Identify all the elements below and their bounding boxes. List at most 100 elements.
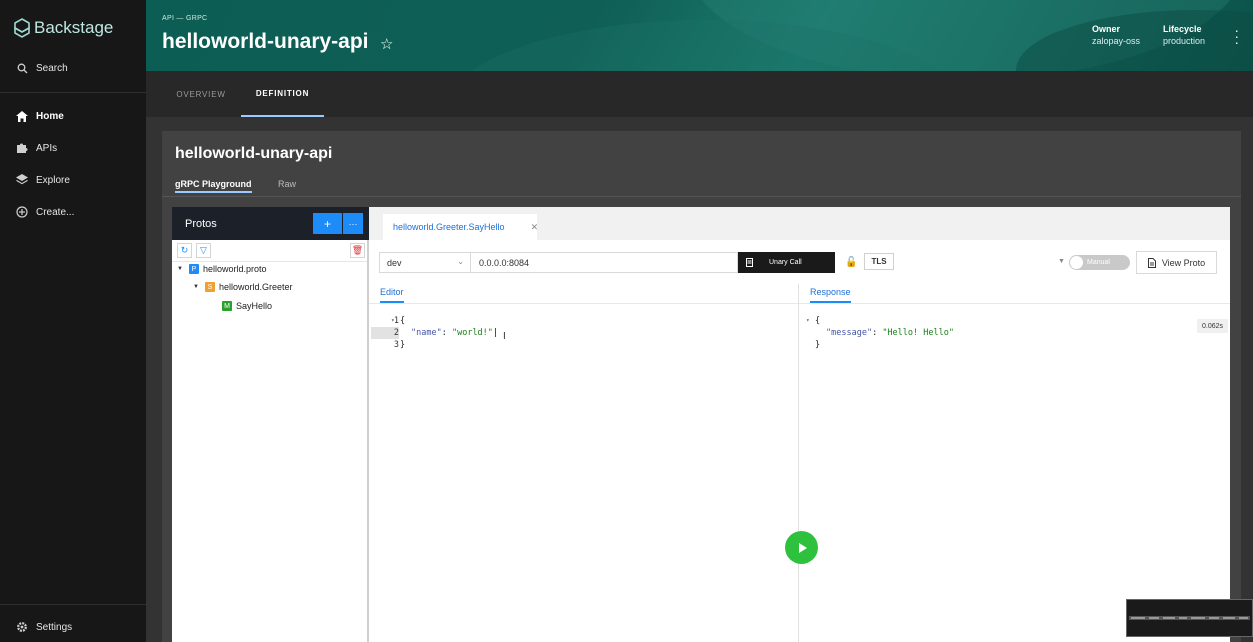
lifecycle-value: production bbox=[1163, 36, 1206, 46]
request-tab-label: helloworld.Greeter.SayHello bbox=[393, 222, 505, 232]
sidebar-search[interactable]: Search bbox=[0, 52, 146, 84]
more-vert-icon[interactable]: · · · bbox=[1234, 23, 1239, 49]
sidebar-search-label: Search bbox=[36, 62, 68, 74]
response-tab[interactable]: Response bbox=[810, 287, 851, 303]
request-panel: helloworld.Greeter.SayHello ✕ dev ⌄ 0.0.… bbox=[369, 207, 1230, 642]
view-proto-button[interactable]: View Proto bbox=[1136, 251, 1217, 274]
sidebar-divider bbox=[0, 604, 146, 605]
sidebar-item-apis[interactable]: APIs bbox=[0, 132, 146, 164]
puzzle-icon bbox=[16, 142, 28, 154]
more-options-button[interactable]: ··· bbox=[343, 213, 363, 234]
lock-open-icon[interactable]: 🔓 bbox=[845, 257, 857, 268]
tree-item-proto-file[interactable]: ▼ P helloworld.proto bbox=[177, 261, 267, 277]
tab-definition[interactable]: DEFINITION bbox=[241, 71, 324, 117]
add-circle-icon bbox=[16, 206, 28, 218]
refresh-icon[interactable]: ↻ bbox=[177, 243, 192, 258]
card-title: helloworld-unary-api bbox=[175, 145, 333, 162]
sidebar-item-label: Explore bbox=[36, 174, 70, 186]
page-header: API — GRPC helloworld-unary-api ☆ Owner … bbox=[146, 0, 1253, 71]
filter-icon[interactable]: ▽ bbox=[196, 243, 211, 258]
protos-panel: Protos + ··· ↻ ▽ 🗑 ▼ P helloworld.proto … bbox=[172, 207, 369, 642]
address-input[interactable]: 0.0.0.0:8084 bbox=[470, 252, 738, 273]
sidebar-item-label: Home bbox=[36, 110, 64, 122]
code-text: { bbox=[815, 316, 821, 326]
response-header: Response bbox=[799, 284, 1230, 304]
sidebar: Backstage Search Home APIs Explore Creat… bbox=[0, 0, 146, 642]
code-line: } bbox=[806, 339, 1186, 351]
sidebar-item-create[interactable]: Create... bbox=[0, 196, 146, 228]
search-icon bbox=[16, 62, 28, 74]
environment-value: dev bbox=[387, 257, 402, 268]
list-icon bbox=[746, 258, 753, 267]
sidebar-divider bbox=[0, 92, 146, 93]
response-viewer: ▾ { "message": "Hello! Hello" } bbox=[806, 315, 1186, 351]
owner-label: Owner bbox=[1092, 24, 1121, 34]
code-text: "name": "world!"| bbox=[411, 327, 498, 339]
code-text: } bbox=[400, 340, 406, 350]
call-type-button[interactable]: Unary Call bbox=[738, 252, 835, 273]
floating-preview-window[interactable] bbox=[1126, 599, 1253, 637]
preview-thumbnail bbox=[1129, 616, 1250, 620]
sidebar-item-home[interactable]: Home bbox=[0, 100, 146, 132]
subtab-raw[interactable]: Raw bbox=[278, 179, 296, 189]
run-button[interactable] bbox=[785, 531, 818, 564]
response-time-badge: 0.062s bbox=[1197, 319, 1228, 333]
request-toolbar: dev ⌄ 0.0.0.0:8084 Unary Call 🔓 TLS ▼ Ma… bbox=[369, 240, 1230, 284]
close-icon[interactable]: ✕ bbox=[531, 222, 539, 233]
gear-icon bbox=[16, 621, 28, 633]
layers-icon bbox=[16, 174, 28, 186]
tls-button[interactable]: TLS bbox=[864, 253, 894, 270]
tree-item-service[interactable]: ▼ S helloworld.Greeter bbox=[193, 279, 293, 295]
caret-down-icon: ▼ bbox=[177, 266, 183, 272]
json-key: "name" bbox=[411, 328, 442, 338]
editor-tab[interactable]: Editor bbox=[380, 287, 404, 303]
trash-icon[interactable]: 🗑 bbox=[350, 243, 365, 258]
tree-item-label: SayHello bbox=[236, 301, 273, 311]
ibeam-cursor-icon: I bbox=[503, 331, 506, 342]
code-editor[interactable]: 1 ▾ { 2 "name": "world!"| 3 } I bbox=[371, 315, 800, 375]
code-text: } bbox=[815, 340, 821, 350]
star-icon[interactable]: ☆ bbox=[380, 35, 393, 53]
sidebar-item-settings[interactable]: Settings bbox=[0, 611, 146, 642]
proto-badge: P bbox=[189, 264, 199, 274]
tree-item-method[interactable]: M SayHello bbox=[222, 298, 272, 314]
code-line: 3 } bbox=[371, 339, 800, 351]
protos-title: Protos bbox=[185, 218, 217, 230]
brand-name: Backstage bbox=[34, 18, 114, 37]
toggle-knob bbox=[1070, 256, 1083, 269]
breadcrumb[interactable]: API — GRPC bbox=[162, 15, 207, 22]
fold-icon[interactable]: ▾ bbox=[391, 315, 395, 327]
lifecycle-label: Lifecycle bbox=[1163, 24, 1202, 34]
request-tabstrip: helloworld.Greeter.SayHello ✕ bbox=[369, 207, 1230, 240]
line-number: 2 bbox=[393, 328, 399, 338]
sidebar-item-explore[interactable]: Explore bbox=[0, 164, 146, 196]
sidebar-item-label: Create... bbox=[36, 206, 75, 218]
call-type-label: Unary Call bbox=[769, 259, 802, 266]
sidebar-item-label: Settings bbox=[36, 621, 73, 633]
lifecycle-info: Lifecycle production bbox=[1163, 24, 1205, 46]
service-badge: S bbox=[205, 282, 215, 292]
code-text: "message": "Hello! Hello" bbox=[826, 327, 954, 339]
file-icon bbox=[1147, 257, 1156, 268]
backstage-logo-icon bbox=[14, 18, 30, 38]
add-proto-button[interactable]: + bbox=[313, 213, 342, 234]
manual-label: Manual bbox=[1087, 259, 1110, 266]
fold-icon[interactable]: ▾ bbox=[806, 315, 810, 327]
tab-overview[interactable]: OVERVIEW bbox=[162, 71, 240, 117]
editor-content: 1 ▾ { 2 "name": "world!"| 3 } bbox=[371, 315, 800, 351]
subtab-grpc-playground[interactable]: gRPC Playground bbox=[175, 179, 252, 193]
caret-down-icon: ▼ bbox=[193, 284, 199, 290]
owner-value[interactable]: zalopay-oss bbox=[1092, 36, 1140, 46]
entity-tabs: OVERVIEW DEFINITION bbox=[146, 71, 1253, 117]
view-proto-label: View Proto bbox=[1161, 257, 1206, 268]
environment-select[interactable]: dev ⌄ bbox=[379, 252, 471, 273]
subtab-divider bbox=[162, 196, 1241, 197]
code-line: ▾ { bbox=[806, 315, 1186, 327]
caret-down-icon[interactable]: ▼ bbox=[1058, 258, 1065, 265]
request-tab[interactable]: helloworld.Greeter.SayHello ✕ bbox=[383, 214, 539, 240]
tree-item-label: helloworld.Greeter bbox=[219, 282, 293, 292]
protos-header: Protos + ··· bbox=[172, 207, 369, 240]
brand-logo[interactable]: Backstage bbox=[14, 18, 113, 38]
manual-toggle[interactable]: Manual bbox=[1069, 255, 1130, 270]
json-sep: : bbox=[441, 328, 452, 338]
